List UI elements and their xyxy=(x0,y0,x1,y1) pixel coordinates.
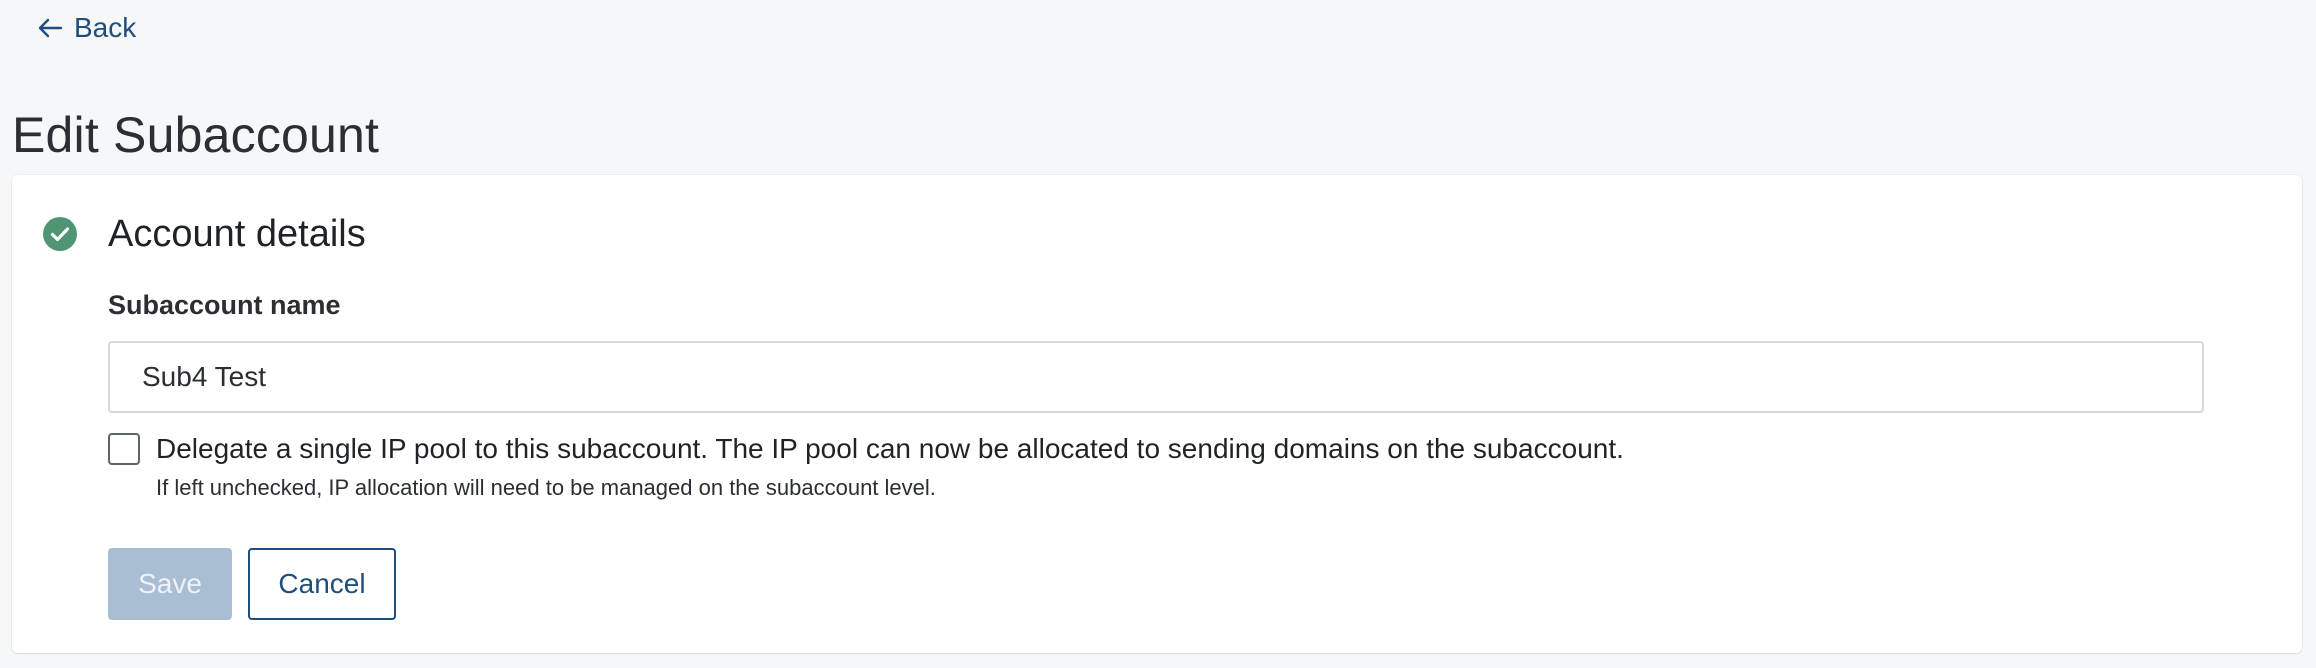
back-link-label: Back xyxy=(74,12,137,43)
save-button[interactable]: Save xyxy=(108,548,232,620)
subaccount-name-label: Subaccount name xyxy=(108,290,341,320)
page-title: Edit Subaccount xyxy=(12,107,380,163)
check-circle-icon xyxy=(43,217,77,251)
cancel-button[interactable]: Cancel xyxy=(248,548,396,620)
subaccount-name-input[interactable] xyxy=(108,341,2204,413)
account-details-card: Account details Subaccount name Delegate… xyxy=(12,175,2302,653)
delegate-ip-pool-help-text: If left unchecked, IP allocation will ne… xyxy=(156,475,936,500)
arrow-left-icon xyxy=(36,14,64,42)
delegate-ip-pool-checkbox[interactable] xyxy=(108,433,140,465)
section-title: Account details xyxy=(108,213,366,255)
back-link[interactable]: Back xyxy=(36,8,136,48)
delegate-ip-pool-label[interactable]: Delegate a single IP pool to this subacc… xyxy=(156,431,1624,467)
